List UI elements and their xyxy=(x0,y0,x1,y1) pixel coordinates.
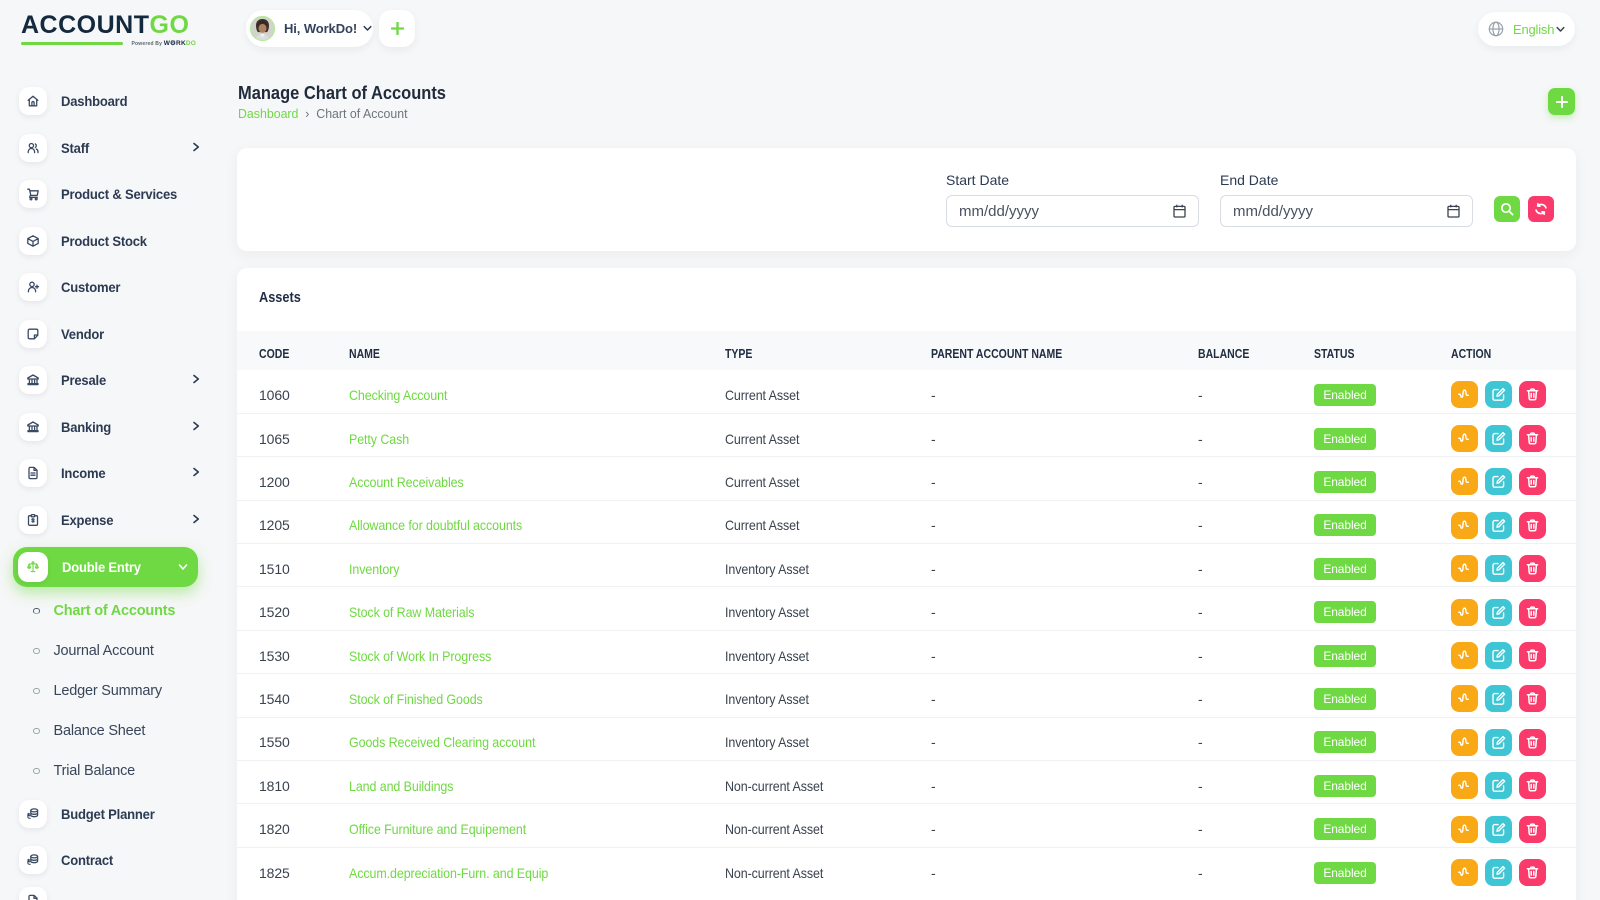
svg-text:$: $ xyxy=(27,812,30,817)
svg-text:$: $ xyxy=(27,858,30,863)
